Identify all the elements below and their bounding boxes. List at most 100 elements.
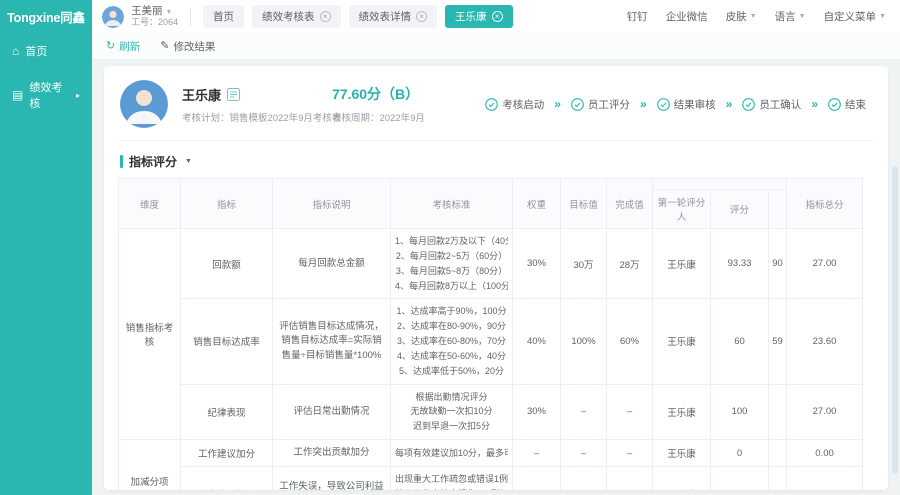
sidebar-item-home[interactable]: ⌂ 首页: [0, 33, 92, 69]
col-weight: 权重: [513, 179, 561, 229]
standard-cell: 1、每月回款2万及以下（40分）2、每月回款2~5万（60分）3、每月回款5~8…: [391, 229, 513, 299]
table-header-row: 维度 指标 指标说明 考核标准 权重 目标值 完成值 指标总分: [119, 179, 863, 190]
clipboard-icon: ▤: [12, 89, 23, 101]
tab-label: 绩效表详情: [359, 9, 412, 24]
description-cell: 评估日常出勤情况: [273, 384, 391, 440]
sidebar: Tongxine同鑫 ⌂ 首页 ▤ 绩效考核 ▸: [0, 0, 92, 495]
user-avatar[interactable]: [102, 6, 124, 28]
section-indicator-scoring[interactable]: 指标评分 ▼: [120, 153, 872, 170]
description-cell: 每月回款总金额: [273, 229, 391, 299]
menu-language[interactable]: 语言▼: [775, 9, 806, 24]
menu-skin[interactable]: 皮肤▼: [726, 9, 757, 24]
col-clipped: [769, 190, 787, 229]
col-round-group: [653, 179, 787, 190]
close-icon[interactable]: ×: [320, 11, 331, 22]
chevron-down-icon: ▼: [185, 158, 192, 165]
tab-label: 绩效考核表: [262, 9, 315, 24]
weight-cell: 40%: [513, 299, 561, 384]
tab-home[interactable]: 首页: [203, 5, 244, 28]
score-cell: 0: [711, 467, 769, 490]
step-separator: »: [640, 97, 647, 111]
close-icon[interactable]: ×: [416, 11, 427, 22]
indicator-cell: 纪律表现: [181, 384, 273, 440]
step-start: 考核启动: [485, 97, 544, 112]
target-cell: –: [561, 440, 607, 467]
indicator-table: 维度 指标 指标说明 考核标准 权重 目标值 完成值 指标总分 第一轮评分人 评…: [118, 178, 863, 490]
close-icon[interactable]: ×: [492, 11, 503, 22]
chevron-down-icon: ▼: [879, 13, 886, 20]
col-indicator: 指标: [181, 179, 273, 229]
check-circle-icon: [485, 98, 498, 111]
step-separator: »: [726, 97, 733, 111]
detail-doc-icon[interactable]: [227, 88, 240, 101]
col-description: 指标说明: [273, 179, 391, 229]
main-area: ↻ 刷新 ✎ 修改结果 王乐康: [92, 33, 900, 495]
step-separator: »: [811, 97, 818, 111]
refresh-icon: ↻: [106, 41, 115, 52]
brand-logo: Tongxine同鑫: [0, 0, 92, 33]
clipped-cell: 90: [769, 229, 787, 299]
sidebar-item-label: 绩效考核: [29, 79, 70, 111]
tab-label: 王乐康: [455, 9, 487, 24]
score-cell: 93.33: [711, 229, 769, 299]
weight-cell: 30%: [513, 229, 561, 299]
step-separator: »: [554, 97, 561, 111]
chevron-down-icon: ▼: [750, 13, 757, 20]
tab-appraisal-table[interactable]: 绩效考核表 ×: [252, 5, 341, 28]
edit-icon: ✎: [160, 41, 169, 52]
detail-card: 王乐康 77.60分（B） 考核计划：销售模板2022年9月考核表 考核周期：2…: [104, 66, 888, 490]
profile-info: 王乐康 77.60分（B） 考核计划：销售模板2022年9月考核表 考核周期：2…: [182, 84, 425, 124]
indicator-cell: 工作建议加分: [181, 440, 273, 467]
target-cell: –: [561, 384, 607, 440]
menu-wecom[interactable]: 企业微信: [666, 9, 708, 24]
col-dimension: 维度: [119, 179, 181, 229]
indicator-cell: 重大失误扣分: [181, 467, 273, 490]
col-actual: 完成值: [607, 179, 653, 229]
check-circle-icon: [828, 98, 841, 111]
profile-row: 王乐康 77.60分（B） 考核计划：销售模板2022年9月考核表 考核周期：2…: [118, 78, 874, 141]
tab-wanglekang[interactable]: 王乐康 ×: [445, 5, 513, 28]
tab-label: 首页: [213, 9, 234, 24]
score-cell: 0: [711, 440, 769, 467]
modify-result-button[interactable]: ✎ 修改结果: [160, 39, 215, 54]
actual-cell: 28万: [607, 229, 653, 299]
employee-id: 工号：2064: [131, 17, 178, 27]
description-cell: 工作失误，导致公司利益损失扣分: [273, 467, 391, 490]
sidebar-item-performance[interactable]: ▤ 绩效考核 ▸: [0, 69, 92, 121]
scorer-cell: 王乐康: [653, 467, 711, 490]
menu-custom[interactable]: 自定义菜单▼: [824, 9, 886, 24]
target-cell: –: [561, 467, 607, 490]
step-employee-score: 员工评分: [571, 97, 630, 112]
scorer-cell: 王乐康: [653, 229, 711, 299]
scorer-cell: 王乐康: [653, 299, 711, 384]
tab-table-detail[interactable]: 绩效表详情 ×: [349, 5, 438, 28]
refresh-button[interactable]: ↻ 刷新: [106, 39, 140, 54]
indicator-total-cell: 27.00: [787, 229, 863, 299]
actual-cell: –: [607, 440, 653, 467]
description-cell: 评估销售目标达成情况，销售目标达成率=实际销售量÷目标销售量*100%: [273, 299, 391, 384]
target-cell: 100%: [561, 299, 607, 384]
description-cell: 工作突出贡献加分: [273, 440, 391, 467]
section-title-text: 指标评分: [129, 153, 177, 170]
scorer-cell: 王乐康: [653, 384, 711, 440]
target-cell: 30万: [561, 229, 607, 299]
table-row: 加减分项工作建议加分工作突出贡献加分每项有效建议加10分，最多可加20分–––王…: [119, 440, 863, 467]
indicator-total-cell: 0.00: [787, 440, 863, 467]
score-cell: 60: [711, 299, 769, 384]
table-row: 纪律表现评估日常出勤情况根据出勤情况评分无故缺勤一次扣10分迟到早退一次扣5分3…: [119, 384, 863, 440]
vertical-scrollbar[interactable]: [892, 166, 898, 474]
scorer-cell: 王乐康: [653, 440, 711, 467]
sidebar-item-label: 首页: [25, 43, 47, 59]
col-standard: 考核标准: [391, 179, 513, 229]
col-score: 评分: [711, 190, 769, 229]
menu-dingtalk[interactable]: 钉钉: [627, 9, 648, 24]
col-target: 目标值: [561, 179, 607, 229]
actual-cell: –: [607, 384, 653, 440]
step-employee-confirm: 员工确认: [742, 97, 801, 112]
toolbar: ↻ 刷新 ✎ 修改结果: [92, 33, 900, 60]
clipped-cell: [769, 384, 787, 440]
dimension-cell: 销售指标考核: [119, 229, 181, 440]
user-info[interactable]: 王美丽▼ 工号：2064: [131, 5, 178, 27]
workflow-steps: 考核启动 » 员工评分 » 结果审核 » 员工确认: [485, 97, 872, 112]
indicator-total-cell: 0.00: [787, 467, 863, 490]
